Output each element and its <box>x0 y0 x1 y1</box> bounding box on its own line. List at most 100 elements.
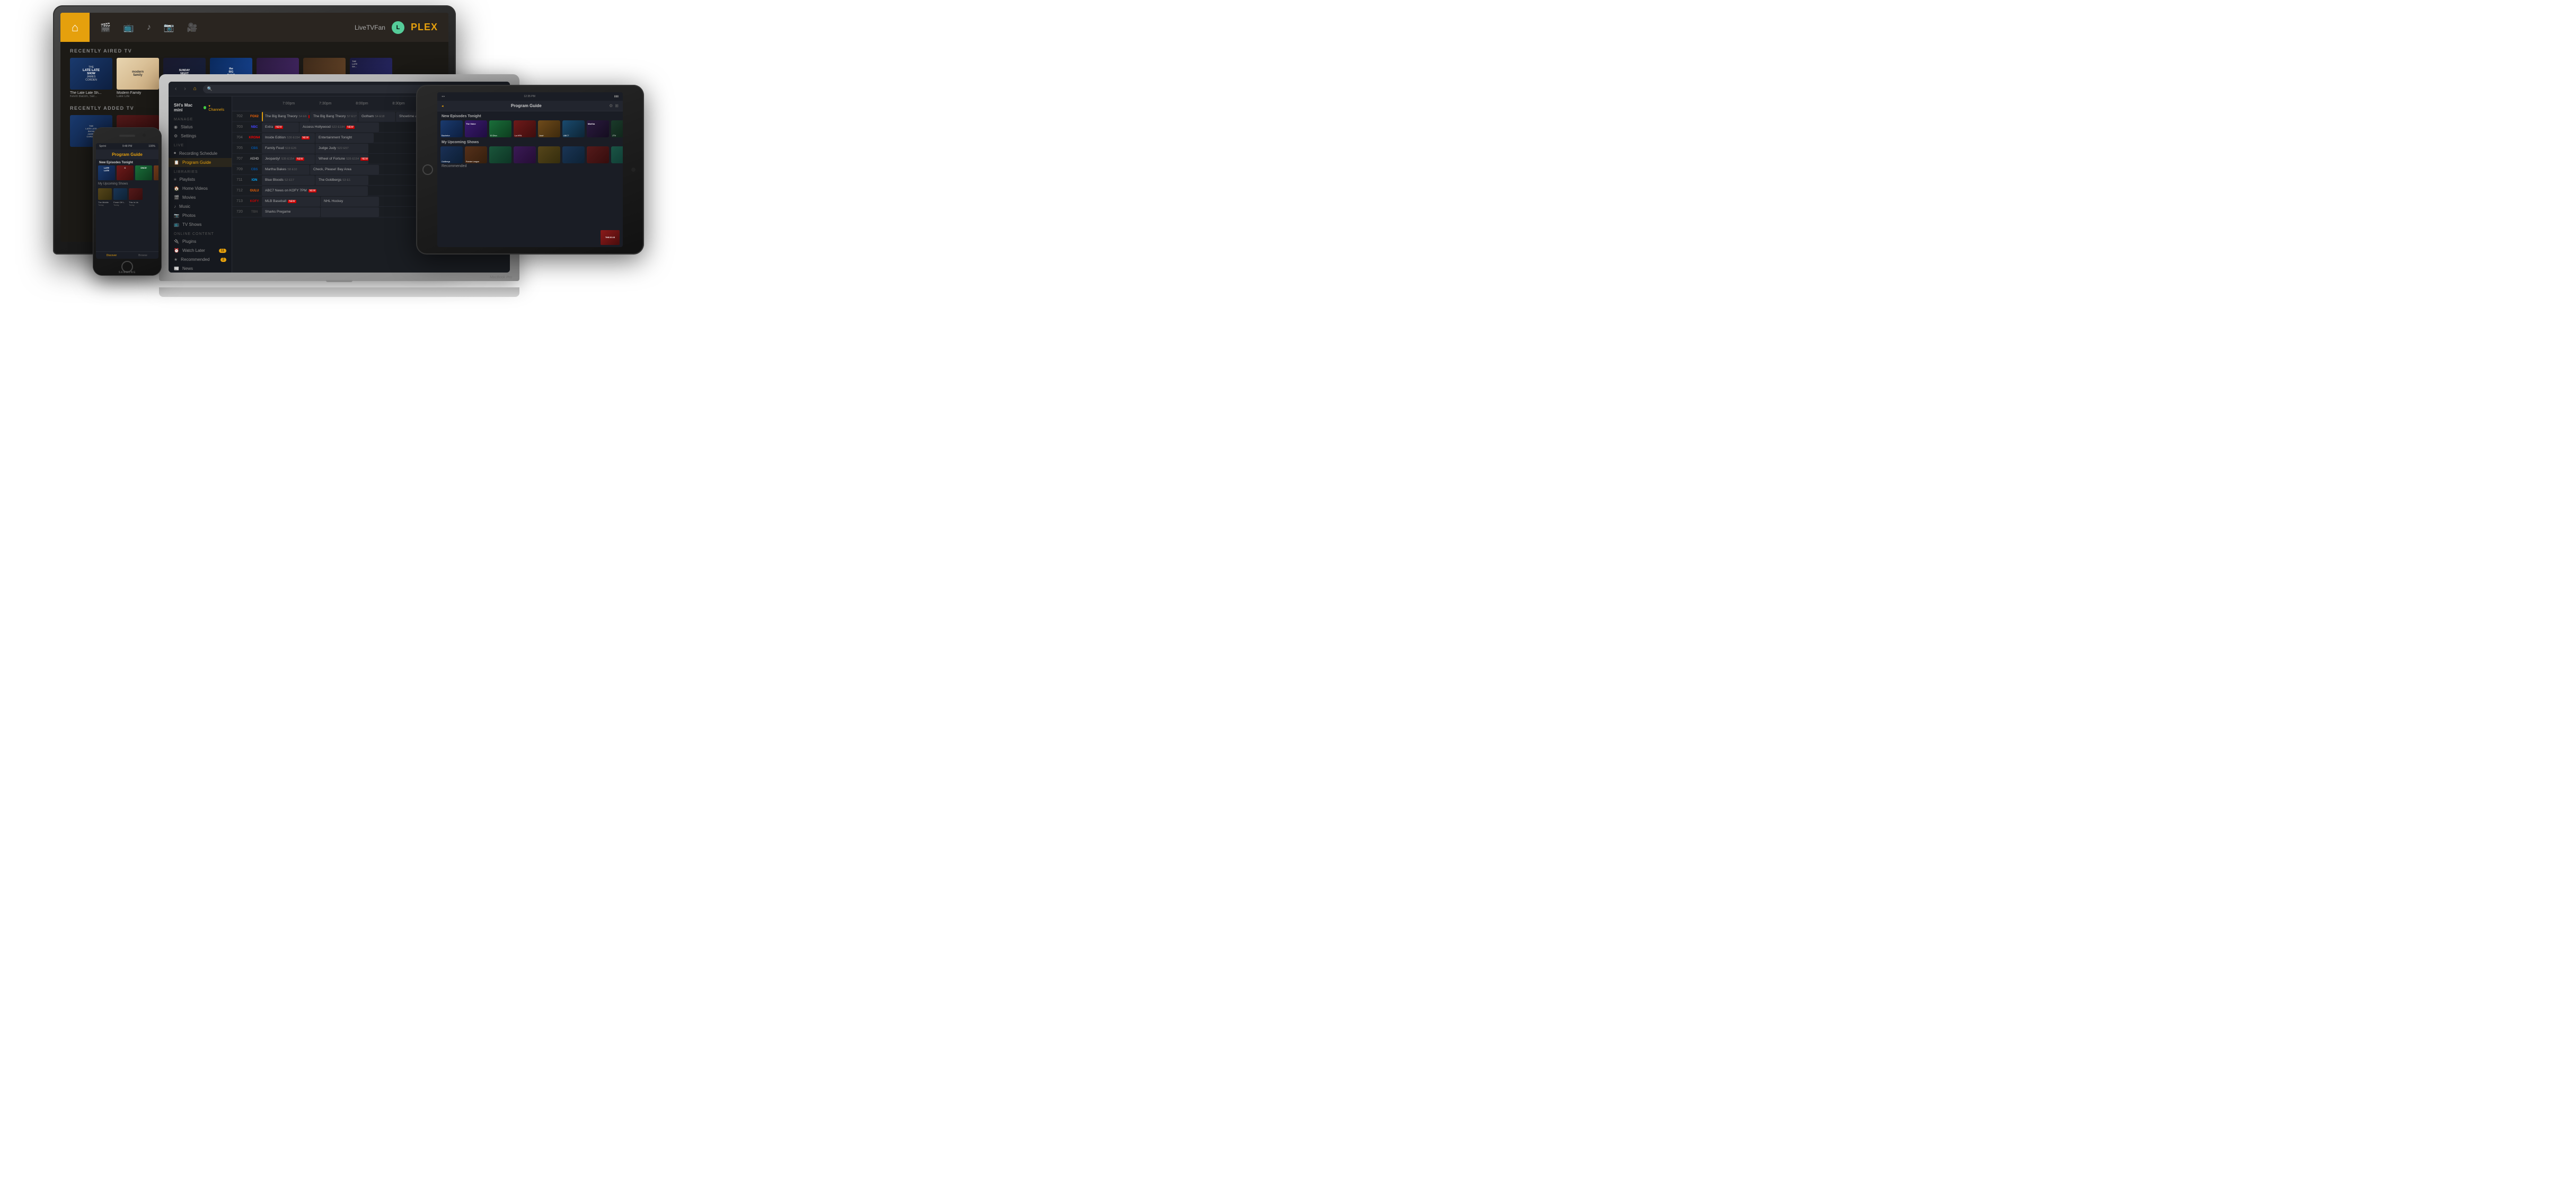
voice-text: The Voice <box>466 122 476 125</box>
phone-upcoming-label: My Upcoming Shows <box>96 180 158 187</box>
sidebar-item-playlists[interactable]: ≡ Playlists <box>169 175 232 184</box>
tv-nav-icon[interactable]: 📺 <box>123 22 134 33</box>
mf-text: modernfamily <box>132 71 144 77</box>
photo-nav-icon[interactable]: 📷 <box>164 22 174 33</box>
home-nav-button[interactable]: ⌂ <box>60 13 90 42</box>
program-family-feud[interactable]: Family Feud S19·E26 <box>262 144 315 153</box>
tablet-upcoming-3[interactable] <box>489 146 511 163</box>
phone-up-thumb-fresh[interactable] <box>113 188 127 200</box>
video-nav-icon[interactable]: 🎥 <box>187 22 198 33</box>
sidebar-item-tv-shows[interactable]: 📺 TV Shows <box>169 220 232 229</box>
phone-thumb-late-show[interactable]: LATELATE <box>98 165 115 180</box>
phone-tab-browse[interactable]: Browse <box>127 252 158 259</box>
program-extra[interactable]: Extra NEW <box>262 122 299 132</box>
tablet-upcoming-8[interactable] <box>611 146 623 163</box>
tablet-upcoming-4[interactable] <box>514 146 536 163</box>
prog-ep: S4·E18 <box>375 115 384 118</box>
program-mlb[interactable]: MLB Baseball NEW <box>262 197 320 206</box>
sidebar-item-news[interactable]: 📰 News <box>169 264 232 273</box>
program-nhl[interactable]: NHL Hockey <box>321 197 379 206</box>
tablet-title: Program Guide <box>511 103 542 108</box>
prog-title: Martha Bakes <box>265 168 286 171</box>
show-thumb-modern-family: modernfamily <box>117 58 159 90</box>
show-card-modern-family[interactable]: modernfamily Modern Family Lake Life <box>117 58 159 98</box>
tablet-thumb-josejose[interactable]: José <box>538 120 560 137</box>
ch-num-704: 704 <box>232 136 247 139</box>
tablet-thumb-lahfa[interactable]: La HFA <box>514 120 536 137</box>
sidebar-item-home-videos[interactable]: 🏠 Home Videos <box>169 184 232 193</box>
tablet-layout-icon[interactable]: ⊞ <box>615 103 619 108</box>
program-access[interactable]: Access Hollywood S22·E184 NEW <box>299 122 379 132</box>
tablet-body: ◂ ▸ 12:35 PM ▮▮▮ ◂ Program Guide ⚙ ⊞ New… <box>416 85 644 255</box>
sidebar-item-recording[interactable]: ⏺ Recording Schedule <box>169 148 232 158</box>
program-abc7-kofy[interactable]: ABC7 News on KOFY 7PM NEW <box>262 186 368 196</box>
tv-shows-icon: 📺 <box>174 222 179 227</box>
program-wheel[interactable]: Wheel of Fortune S35·E154 NEW <box>315 154 368 164</box>
tablet-thumb-bachelor[interactable]: Bachelor <box>440 120 463 137</box>
sidebar-item-status[interactable]: ◉ Status <box>169 122 232 131</box>
phone-up-thumb-this-is-us[interactable] <box>129 188 143 200</box>
movies-nav-icon[interactable]: 🎬 <box>100 22 111 33</box>
show-thumb-late-late: THE LATE LATE SHOW JAMES CORDEN <box>70 58 112 90</box>
phone-tab-discover[interactable]: Discover <box>96 252 127 259</box>
tablet-thumb-eldivo[interactable]: El Divo <box>489 120 511 137</box>
tablet-upcoming-premier[interactable]: Premier League <box>465 146 487 163</box>
this-is-us-card[interactable]: THIS IS US <box>601 230 620 245</box>
sidebar-item-watch-later[interactable]: ⏰ Watch Later 11 <box>169 246 232 255</box>
mb-channels-dropdown[interactable]: ▾ Channels <box>208 104 226 112</box>
tablet-back-btn[interactable]: ◂ <box>442 104 444 108</box>
mb-home-btn[interactable]: ⌂ <box>191 85 199 93</box>
show-card-late-late[interactable]: THE LATE LATE SHOW JAMES CORDEN The Late… <box>70 58 112 98</box>
sidebar-item-recommended[interactable]: ★ Recommended 2 <box>169 255 232 264</box>
tablet-thumb-martha[interactable]: Martha <box>587 120 609 137</box>
prog-badge: NEW <box>296 157 304 161</box>
phone-upcoming-sub-1: Today <box>98 204 112 206</box>
phone-thumb-once[interactable]: ONCE <box>135 165 152 180</box>
sidebar-item-plugins[interactable]: 🔌 Plugins <box>169 237 232 246</box>
tablet-thumb-diamond[interactable]: JTV <box>611 120 623 137</box>
sidebar-item-settings[interactable]: ⚙ Settings <box>169 131 232 141</box>
phone-header: Program Guide <box>96 150 158 159</box>
ch-logo-tbn: TBN <box>247 208 262 216</box>
program-bbt-s4[interactable]: The Big Bang Theory S4·E6 HD <box>262 112 310 121</box>
time-slot-1: 7:00pm <box>283 102 295 106</box>
phone-thumb-b99[interactable]: B99 <box>154 165 158 180</box>
program-jeopardy[interactable]: Jeopardy! S35·E154 NEW <box>262 154 315 164</box>
prog-title: Check, Please! Bay Area <box>313 168 351 171</box>
program-judge-judy[interactable]: Judge Judy S22·E57 <box>315 144 368 153</box>
tablet-thumb-abc7[interactable]: ABC7 <box>562 120 585 137</box>
sidebar-item-movies[interactable]: 🎬 Movies <box>169 193 232 202</box>
program-entertainment-tonight[interactable]: Entertainment Tonight <box>315 133 374 143</box>
phone-new-episodes-row: LATELATE C ONCE B99 bl <box>96 165 158 180</box>
program-sharks-pregame[interactable]: Sharks Pregame <box>262 207 320 217</box>
mb-forward-btn[interactable]: › <box>182 85 188 93</box>
program-inside-edition[interactable]: Inside Edition S30·E154 NEW <box>262 133 315 143</box>
program-blue-bloods[interactable]: Blue Bloods S2·E17 <box>262 176 315 185</box>
program-check-please[interactable]: Check, Please! Bay Area <box>310 165 379 174</box>
user-avatar[interactable]: L <box>392 21 404 34</box>
sidebar-item-photos[interactable]: 📷 Photos <box>169 211 232 220</box>
sidebar-item-music[interactable]: ♪ Music <box>169 202 232 211</box>
program-gotham[interactable]: Gotham S4·E18 <box>358 112 395 121</box>
tablet-upcoming-6[interactable] <box>562 146 585 163</box>
mb-back-btn[interactable]: ‹ <box>173 85 179 93</box>
program-empty <box>321 207 379 217</box>
tablet-upcoming-5[interactable] <box>538 146 560 163</box>
tablet-settings-icon[interactable]: ⚙ <box>609 103 613 108</box>
program-goldbergs[interactable]: The Goldbergs S3·E1 <box>315 176 368 185</box>
phone-up-thumb-middle[interactable] <box>98 188 112 200</box>
prog-badge: NEW <box>308 189 317 192</box>
phone-thumb-2[interactable]: C <box>117 165 134 180</box>
sidebar-item-program-guide[interactable]: 📋 Program Guide <box>169 158 232 167</box>
tablet-thumb-voice[interactable]: The Voice <box>465 120 487 137</box>
program-martha-bakes[interactable]: Martha Bakes S8·E10 <box>262 165 310 174</box>
tablet-upcoming-7[interactable] <box>587 146 609 163</box>
prog-title: ABC7 News on KOFY 7PM <box>265 189 307 192</box>
tablet-upcoming-goldbergs[interactable]: Goldbergs <box>440 146 463 163</box>
prog-badge: NEW <box>302 136 310 139</box>
tablet-home-button[interactable] <box>422 164 433 175</box>
program-bbt-s7[interactable]: The Big Bang Theory S7·E17 NEW <box>310 112 358 121</box>
prog-title: The Big Bang Theory <box>265 115 297 118</box>
music-nav-icon[interactable]: ♪ <box>147 23 151 32</box>
ch-logo-fox2: FOX2 <box>247 112 262 121</box>
